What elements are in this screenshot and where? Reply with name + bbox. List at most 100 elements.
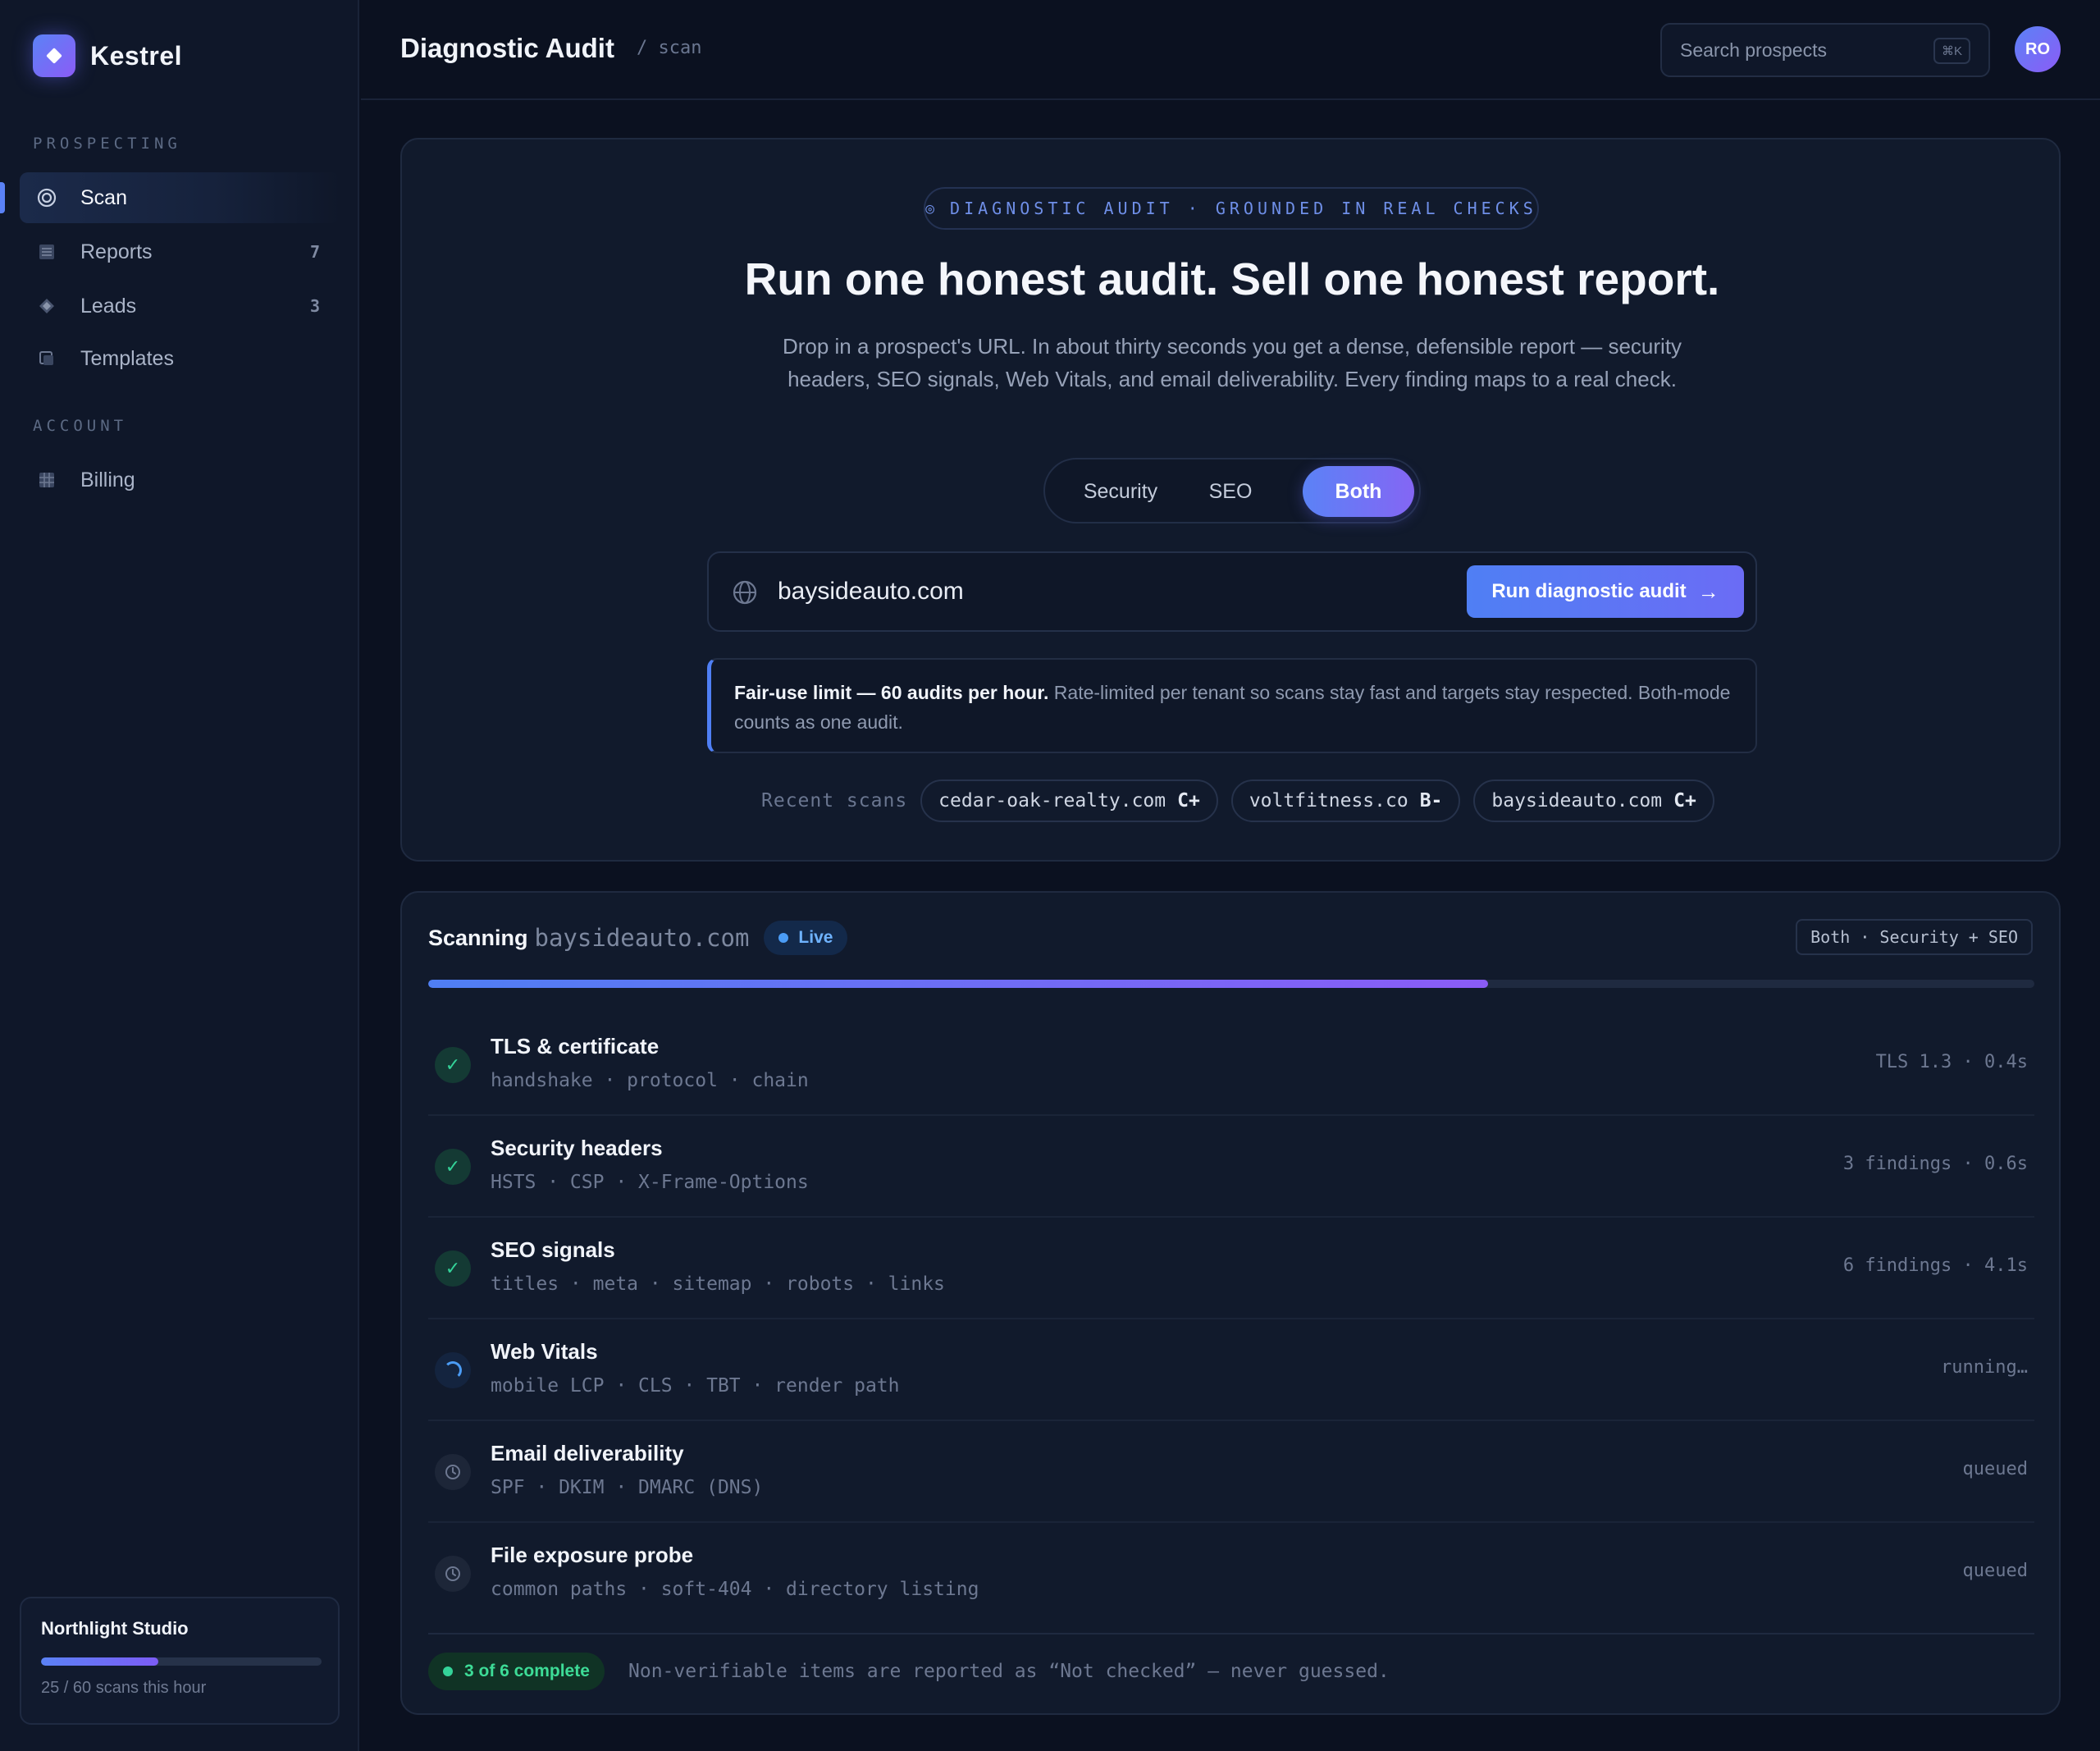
sidebar-item-label: Templates (80, 346, 174, 370)
check-subtitle: common paths · soft-404 · directory list… (491, 1579, 979, 1600)
sidebar-item-templates[interactable]: Templates (20, 333, 340, 384)
sidebar-item-label: Billing (80, 468, 135, 491)
recent-scan-chip[interactable]: voltfitness.co B- (1230, 779, 1461, 822)
url-input[interactable]: baysideauto.com (778, 578, 964, 606)
check-title: Security headers (491, 1136, 663, 1160)
leads-count-badge: 3 (309, 296, 320, 316)
kestrel-logo-icon (33, 34, 75, 77)
mode-both-button[interactable]: Both (1303, 466, 1414, 517)
diamond-icon (36, 295, 57, 317)
sidebar: Kestrel PROSPECTING Scan Reports 7 Leads… (0, 0, 359, 1751)
scan-mode-tag: Both · Security + SEO (1796, 919, 2033, 955)
recent-scan-chip[interactable]: baysideauto.com C+ (1473, 779, 1714, 822)
usage-text: 25 / 60 scans this hour (41, 1679, 207, 1697)
scan-footer-divider (428, 1633, 2034, 1634)
spinner-icon (435, 1352, 471, 1388)
check-title: Web Vitals (491, 1339, 598, 1364)
breadcrumb[interactable]: / scan (637, 38, 701, 58)
page-title: Diagnostic Audit (400, 33, 614, 63)
clock-icon (435, 1556, 471, 1592)
sidebar-item-label: Reports (80, 240, 153, 263)
recent-scan-grade: C+ (1673, 790, 1696, 811)
check-row-security-headers[interactable]: ✓ Security headers HSTS · CSP · X-Frame-… (428, 1116, 2034, 1218)
hero-subtext: Drop in a prospect's URL. In about thirt… (782, 334, 1682, 391)
scan-header: Scanning baysideauto.com Live (428, 921, 848, 955)
check-row-file-exposure[interactable]: File exposure probe common paths · soft-… (428, 1523, 2034, 1625)
check-icon: ✓ (435, 1047, 471, 1083)
globe-icon (733, 580, 757, 605)
nav-section-prospecting: PROSPECTING (33, 135, 181, 153)
usage-progress-fill (41, 1657, 158, 1666)
mode-security-button[interactable]: Security (1070, 466, 1171, 517)
check-meta: queued (1962, 1561, 2028, 1581)
recent-scan-domain: baysideauto.com (1491, 790, 1663, 811)
top-bar: Diagnostic Audit / scan Search prospects… (361, 0, 2100, 100)
recent-scan-grade: B- (1419, 790, 1443, 811)
audit-hero-card: ◎ DIAGNOSTIC AUDIT · GROUNDED IN REAL CH… (400, 138, 2061, 862)
grid-icon (36, 469, 57, 491)
live-dot-icon (778, 933, 789, 943)
reports-count-badge: 7 (309, 242, 320, 262)
live-status-text: Live (798, 928, 833, 947)
target-icon: ◎ (925, 199, 939, 217)
avatar[interactable]: RO (2015, 26, 2061, 72)
check-meta: 6 findings · 4.1s (1842, 1255, 2028, 1276)
nav-section-account: ACCOUNT (33, 417, 128, 435)
sidebar-item-label: Scan (80, 185, 127, 209)
check-row-web-vitals[interactable]: Web Vitals mobile LCP · CLS · TBT · rend… (428, 1319, 2034, 1421)
run-audit-button[interactable]: Run diagnostic audit → (1467, 565, 1744, 618)
check-meta: queued (1962, 1459, 2028, 1479)
brand-name: Kestrel (90, 40, 182, 71)
check-subtitle: handshake · protocol · chain (491, 1070, 809, 1091)
complete-count-text: 3 of 6 complete (464, 1662, 590, 1680)
recent-scan-chip[interactable]: cedar-oak-realty.com C+ (920, 779, 1218, 822)
sidebar-item-scan[interactable]: Scan (0, 172, 340, 223)
check-row-email-deliverability[interactable]: Email deliverability SPF · DKIM · DMARC … (428, 1421, 2034, 1523)
check-title: TLS & certificate (491, 1034, 660, 1058)
sidebar-item-label: Leads (80, 294, 137, 318)
eyebrow-text: DIAGNOSTIC AUDIT · GROUNDED IN REAL CHEC… (950, 199, 1537, 218)
mode-seo-button[interactable]: SEO (1191, 466, 1270, 517)
recent-scan-domain: voltfitness.co (1249, 790, 1408, 811)
hero-headline: Run one honest audit. Sell one honest re… (744, 254, 1720, 304)
check-row-seo-signals[interactable]: ✓ SEO signals titles · meta · sitemap · … (428, 1218, 2034, 1319)
run-audit-label: Run diagnostic audit (1491, 580, 1687, 602)
clock-icon (435, 1454, 471, 1490)
check-subtitle: mobile LCP · CLS · TBT · render path (491, 1375, 900, 1397)
complete-count-badge: 3 of 6 complete (428, 1653, 605, 1690)
url-input-group: baysideauto.com Run diagnostic audit → (707, 551, 1757, 632)
notice-strong: Fair-use limit — 60 audits per hour. (734, 682, 1049, 703)
scan-progress-bar (428, 980, 2034, 988)
mode-segmented-control: Security SEO Both (1043, 458, 1421, 523)
check-title: Email deliverability (491, 1441, 684, 1465)
arrow-right-icon: → (1697, 578, 1719, 604)
check-subtitle: SPF · DKIM · DMARC (DNS) (491, 1477, 764, 1498)
scan-label: Scanning (428, 925, 528, 950)
scan-domain: baysideauto.com (534, 924, 750, 952)
status-dot-icon (443, 1666, 453, 1676)
recent-scan-grade: C+ (1177, 790, 1200, 811)
check-subtitle: HSTS · CSP · X-Frame-Options (491, 1172, 809, 1193)
target-icon (36, 187, 57, 208)
check-meta: 3 findings · 0.6s (1842, 1154, 2028, 1174)
scan-progress-fill (428, 980, 1489, 988)
sidebar-item-reports[interactable]: Reports 7 (20, 226, 340, 277)
template-icon (36, 348, 57, 369)
search-input[interactable]: Search prospects ⌘K (1660, 23, 1990, 77)
brand[interactable]: Kestrel (33, 34, 182, 77)
check-title: SEO signals (491, 1237, 615, 1262)
recent-scans: Recent scans cedar-oak-realty.com C+ vol… (761, 779, 1728, 822)
workspace-usage-card[interactable]: Northlight Studio 25 / 60 scans this hou… (20, 1597, 340, 1725)
check-icon: ✓ (435, 1149, 471, 1185)
usage-progress-bar (41, 1657, 322, 1666)
scan-footnote: Non-verifiable items are reported as “No… (628, 1661, 1390, 1682)
check-row-tls[interactable]: ✓ TLS & certificate handshake · protocol… (428, 1014, 2034, 1116)
workspace-name: Northlight Studio (41, 1618, 189, 1639)
sidebar-item-billing[interactable]: Billing (20, 455, 340, 505)
check-title: File exposure probe (491, 1543, 694, 1567)
sidebar-item-leads[interactable]: Leads 3 (20, 281, 340, 331)
recent-scans-label: Recent scans (761, 790, 908, 811)
check-subtitle: titles · meta · sitemap · robots · links (491, 1273, 945, 1295)
check-meta: TLS 1.3 · 0.4s (1875, 1052, 2028, 1072)
check-meta: running… (1941, 1357, 2028, 1378)
